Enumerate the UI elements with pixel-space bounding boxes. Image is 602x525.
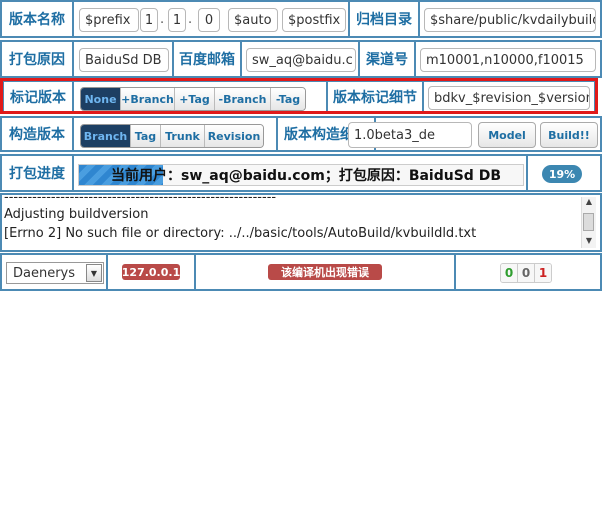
tag-version-cell: None +Branch +Tag -Branch -Tag [72,80,328,114]
scroll-down-icon[interactable]: ▼ [582,236,596,248]
reason-row: 打包原因 BaiduSd DB 百度邮箱 sw_aq@baidu.c 渠道号 m… [0,40,602,78]
error-count: 1 [535,264,551,282]
build-segmented-control: Branch Tag Trunk Revision [80,124,264,148]
tag-option-minus-branch[interactable]: -Branch [215,88,271,110]
tag-option-plus-tag[interactable]: +Tag [175,88,215,110]
channel-label: 渠道号 [358,40,416,78]
log-row: ----------------------------------------… [0,193,602,252]
archive-dir-cell: $share/public/kvdailybuild [418,0,602,38]
progress-bar: 当前用户：sw_aq@baidu.com；打包原因：BaiduSd DB [78,164,524,186]
log-scrollbar[interactable]: ▲ ▼ [581,197,596,248]
pack-reason-label: 打包原因 [0,40,74,78]
log-panel[interactable]: ----------------------------------------… [0,193,602,252]
dot-separator: . [160,12,165,27]
auto-input[interactable]: $auto [228,8,278,32]
tag-detail-input[interactable]: bdkv_$revision_$version [428,86,590,110]
log-line: Adjusting buildversion [4,207,149,222]
tag-segmented-control: None +Branch +Tag -Branch -Tag [80,87,306,111]
tag-version-label: 标记版本 [2,80,74,114]
pack-reason-cell: BaiduSd DB [72,40,174,78]
chevron-down-icon[interactable]: ▼ [86,264,102,282]
channel-cell: m10001,n10000,f10015 [414,40,602,78]
user-cell: Daenerys ▼ [0,253,108,291]
model-button[interactable]: Model [478,122,536,148]
build-option-branch[interactable]: Branch [81,125,131,147]
log-line: [Errno 2] No such file or directory: ../… [4,226,477,241]
archive-dir-input[interactable]: $share/public/kvdailybuild [424,8,596,32]
tag-option-minus-tag[interactable]: -Tag [271,88,305,110]
ip-badge: 127.0.0.1 [121,264,181,280]
progress-text: 当前用户：sw_aq@baidu.com；打包原因：BaiduSd DB [111,168,501,184]
archive-dir-label: 归档目录 [348,0,420,38]
version-name-cell: $prefix 1 . 1 . 0 $auto $postfix [72,0,350,38]
version-minor-input[interactable]: 1 [168,8,186,32]
build-option-tag[interactable]: Tag [131,125,161,147]
build-option-revision[interactable]: Revision [205,125,263,147]
postfix-input[interactable]: $postfix [282,8,346,32]
version-patch-input[interactable]: 0 [198,8,220,32]
channel-input[interactable]: m10001,n10000,f10015 [420,48,596,72]
log-line: ----------------------------------------… [4,195,277,205]
tag-option-plus-branch[interactable]: +Branch [121,88,175,110]
pack-reason-input[interactable]: BaiduSd DB [79,48,169,72]
error-badge: 该编译机出现错误 [268,264,382,280]
tag-version-row: 标记版本 None +Branch +Tag -Branch -Tag 版本标记… [0,78,602,114]
percent-badge: 19% [542,165,582,183]
build-version-label: 构造版本 [0,116,74,152]
status-row: Daenerys ▼ 127.0.0.1 该编译机出现错误 0 0 1 [0,253,602,291]
tag-detail-cell: bdkv_$revision_$version [422,80,596,114]
log-text: ----------------------------------------… [4,195,574,243]
progress-cell: 当前用户：sw_aq@baidu.com；打包原因：BaiduSd DB [72,154,528,192]
email-label: 百度邮箱 [172,40,242,78]
tag-option-none[interactable]: None [81,88,121,110]
ip-cell: 127.0.0.1 [106,253,196,291]
build-version-row: 构造版本 Branch Tag Trunk Revision 版本构造细节 1.… [0,116,602,152]
dot-separator: . [188,12,193,27]
progress-row: 打包进度 当前用户：sw_aq@baidu.com；打包原因：BaiduSd D… [0,154,602,192]
user-select[interactable]: Daenerys ▼ [6,262,104,284]
success-count: 0 [501,264,518,282]
version-name-label: 版本名称 [0,0,74,38]
progress-label: 打包进度 [0,154,74,192]
tag-detail-label: 版本标记细节 [326,80,424,114]
scroll-up-icon[interactable]: ▲ [582,197,596,209]
user-select-value: Daenerys [13,265,76,281]
build-version-cell: Branch Tag Trunk Revision [72,116,278,152]
counts-cell: 0 0 1 [454,253,602,291]
build-detail-input[interactable]: 1.0beta3_de [348,122,472,148]
pending-count: 0 [518,264,535,282]
scroll-thumb[interactable] [583,213,594,231]
version-major-input[interactable]: 1 [140,8,158,32]
counts-group: 0 0 1 [500,263,552,283]
build-button[interactable]: Build!! [540,122,598,148]
email-input[interactable]: sw_aq@baidu.c [246,48,356,72]
version-name-row: 版本名称 $prefix 1 . 1 . 0 $auto $postfix 归档… [0,0,602,38]
build-option-trunk[interactable]: Trunk [161,125,205,147]
email-cell: sw_aq@baidu.c [240,40,360,78]
prefix-input[interactable]: $prefix [79,8,139,32]
error-cell: 该编译机出现错误 [194,253,456,291]
percent-cell: 19% [526,154,602,192]
